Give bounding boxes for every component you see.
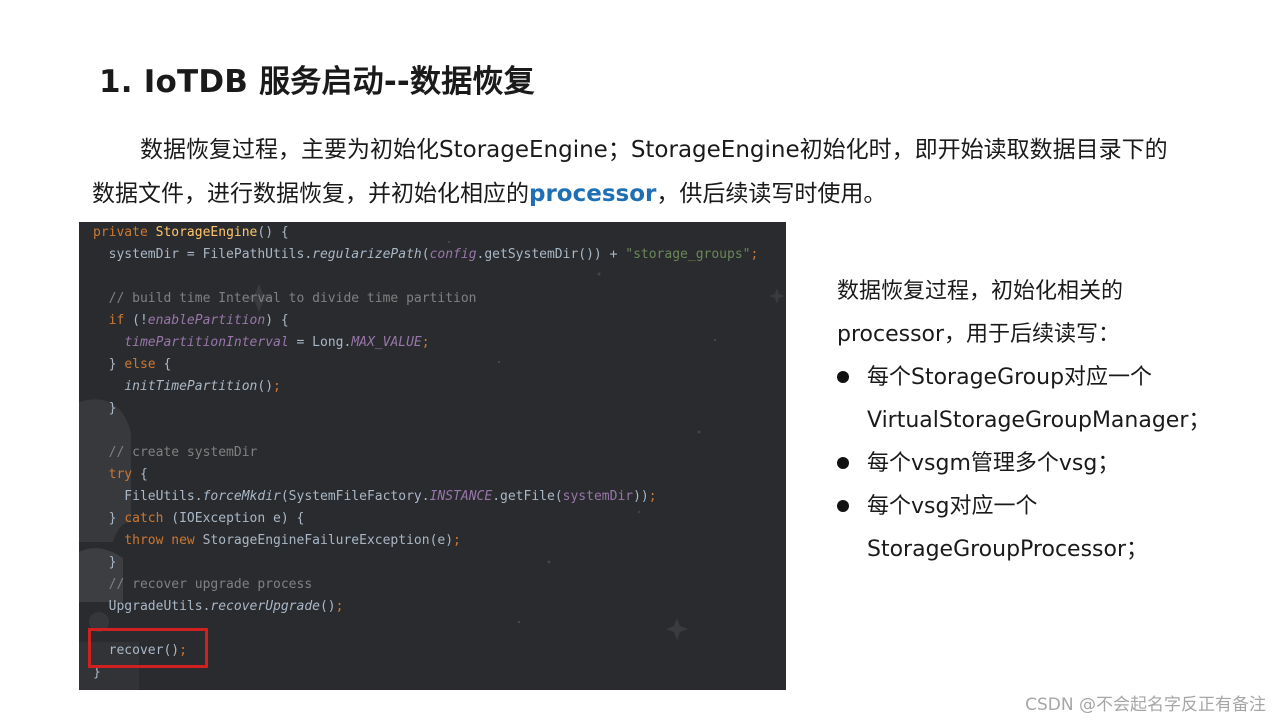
code-line-15: throw new StorageEngineFailureException(… (124, 533, 461, 548)
bullet-item: 每个StorageGroup对应一个 VirtualStorageGroupMa… (837, 356, 1257, 442)
processor-highlight: processor (529, 181, 657, 207)
slide-title: 1. IoTDB 服务启动--数据恢复 (99, 64, 535, 100)
code-line-8: initTimePartition(); (124, 379, 281, 394)
code-line-9: } (93, 401, 117, 416)
bullet-dot-icon (837, 457, 849, 469)
code-line-12: try { (108, 467, 148, 482)
bullet-item: 每个vsg对应一个 StorageGroupProcessor； (837, 485, 1257, 571)
bullet-dot-icon (837, 371, 849, 383)
code-screenshot: private StorageEngine() { systemDir = Fi… (79, 222, 786, 690)
bullet-item: 每个vsgm管理多个vsg； (837, 442, 1257, 485)
code-line-11: // create systemDir (93, 445, 258, 460)
side-notes: 数据恢复过程，初始化相关的 processor，用于后续读写： 每个Storag… (837, 270, 1257, 571)
code-line-6: timePartitionInterval = Long.MAX_VALUE; (124, 335, 430, 350)
code-line-17: // recover upgrade process (93, 577, 313, 592)
code-line-4: // build time Interval to divide time pa… (93, 291, 477, 306)
side-line-2: processor，用于后续读写： (837, 322, 1121, 347)
code-line-7: } else { (93, 357, 172, 372)
recover-highlight-box (88, 628, 208, 668)
code-line-16: } (93, 555, 117, 570)
watermark: CSDN @不会起名字反正有备注 (1025, 695, 1266, 715)
code-line-2: systemDir = FilePathUtils.regularizePath… (93, 247, 759, 262)
code-line-14: } catch (IOException e) { (93, 511, 305, 526)
code-line-18: UpgradeUtils.recoverUpgrade(); (93, 599, 344, 614)
code-line-1: private StorageEngine() { (93, 225, 289, 240)
code-line-5: if (!enablePartition) { (108, 313, 289, 328)
bullet-dot-icon (837, 500, 849, 512)
side-line-1: 数据恢复过程，初始化相关的 (837, 279, 1124, 304)
code-block: private StorageEngine() { systemDir = Fi… (79, 222, 758, 684)
intro-line-2: 数据文件，进行数据恢复，并初始化相应的processor，供后续读写时使用。 (92, 181, 887, 207)
intro-paragraph: 数据恢复过程，主要为初始化StorageEngine；StorageEngine… (92, 128, 1202, 216)
code-line-13: FileUtils.forceMkdir(SystemFileFactory.I… (93, 489, 657, 504)
intro-line-1: 数据恢复过程，主要为初始化StorageEngine；StorageEngine… (140, 137, 1168, 163)
